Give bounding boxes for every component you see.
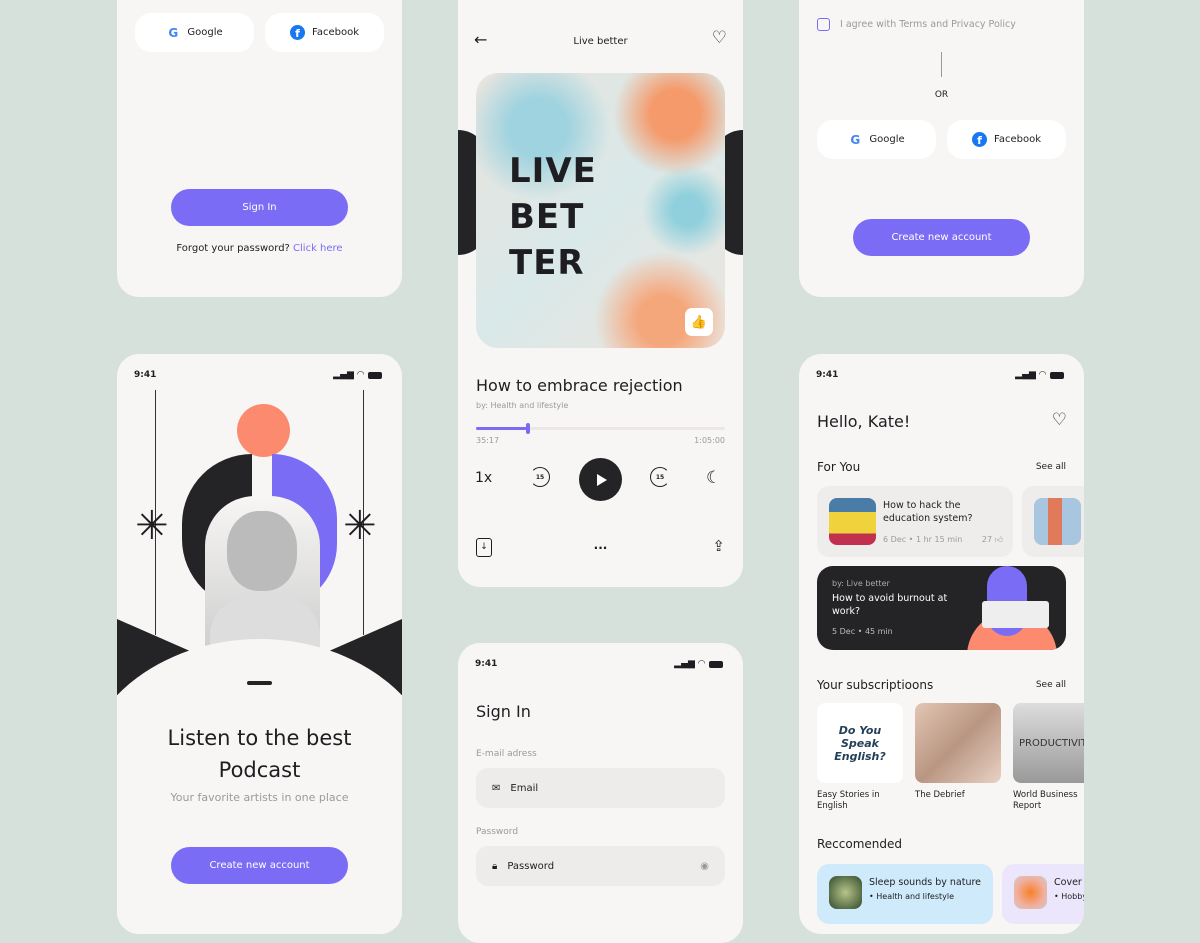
signin-card: 9:41 ▂▄▆ ◠ Sign In E-mail adress ✉ Email P… <box>458 643 743 943</box>
duration: 1:05:00 <box>694 436 725 445</box>
onboarding-title: Listen to the best Podcast <box>167 726 352 782</box>
episode-thumbnail <box>1034 498 1081 545</box>
subscription-item[interactable]: Do You Speak English? Easy Stories in En… <box>817 703 903 812</box>
episode-thumbnail <box>829 498 876 545</box>
person-illustration <box>205 496 320 661</box>
subscription-art <box>915 703 1001 783</box>
onboarding-card: 9:41 ▂▄▆ ◠ ✳ ✳ Listen to the best Podcast … <box>117 354 402 934</box>
recommended-item[interactable]: Cover • Hobby <box>1002 864 1084 924</box>
facebook-icon: f <box>290 25 305 40</box>
skip-back-icon[interactable]: 15 <box>530 467 550 487</box>
create-account-button[interactable]: Create new account <box>853 219 1030 256</box>
click-here-link[interactable]: Click here <box>293 243 343 254</box>
episode-author: by: Health and lifestyle <box>476 401 569 410</box>
google-icon: G <box>850 132 861 147</box>
see-all-link[interactable]: See all <box>1036 462 1066 472</box>
status-icons: ▂▄▆ ◠ <box>674 659 723 669</box>
episode-title: How to embrace rejection <box>476 376 683 395</box>
divider <box>941 52 942 77</box>
agree-checkbox[interactable] <box>817 18 830 31</box>
lock-icon: 🔒︎ <box>492 860 498 872</box>
facebook-button[interactable]: f Facebook <box>265 13 384 52</box>
subscription-art: Do You Speak English? <box>817 703 903 783</box>
thumbs-up-icon: 👍︎ <box>994 535 1003 544</box>
email-field[interactable]: ✉ Email <box>476 768 725 808</box>
keyboard <box>982 601 1049 628</box>
email-label: E-mail adress <box>476 749 537 759</box>
header-title: Live better <box>573 36 628 47</box>
cover-art: LIVE BET TER 👍 <box>476 73 725 348</box>
status-icons: ▂▄▆ ◠ <box>333 370 382 380</box>
skip-forward-icon[interactable]: 15 <box>650 467 670 487</box>
create-account-button[interactable]: Create new account <box>171 847 348 884</box>
for-you-heading: For You <box>817 460 861 474</box>
share-icon[interactable]: ⇪ <box>712 537 725 555</box>
progress-track[interactable] <box>476 423 725 434</box>
play-button[interactable] <box>579 458 622 501</box>
sun-shape <box>237 404 290 457</box>
sleep-timer-icon[interactable]: ☾ <box>706 468 721 488</box>
speed-button[interactable]: 1x <box>475 470 492 486</box>
subscription-item[interactable]: PRODUCTIVITY World Business Report <box>1013 703 1084 812</box>
for-you-item[interactable] <box>1022 486 1084 557</box>
register-card-top: I agree with Terms and Privacy Policy OR… <box>799 0 1084 297</box>
eye-icon[interactable]: ◉ <box>700 861 709 872</box>
more-button[interactable]: ... <box>458 538 743 552</box>
recommended-heading: Reccomended <box>817 837 903 851</box>
elapsed-time: 35:17 <box>476 436 500 445</box>
google-icon: G <box>168 25 179 40</box>
mail-icon: ✉ <box>492 782 501 794</box>
forgot-password: Forgot your password? Click here <box>176 243 343 254</box>
agree-label: I agree with Terms and Privacy Policy <box>840 19 1016 30</box>
page-title: Sign In <box>476 702 531 721</box>
or-label: OR <box>934 90 949 100</box>
heart-icon[interactable]: ♡ <box>712 28 727 48</box>
featured-card[interactable]: by: Live better How to avoid burnout at … <box>817 566 1066 650</box>
player-card: ← Live better ♡ LIVE BET TER 👍 How to embr… <box>458 0 743 587</box>
subscriptions-heading: Your subscriptioons <box>817 678 934 692</box>
for-you-item[interactable]: How to hack the education system? 6 Dec … <box>817 486 1013 557</box>
facebook-button[interactable]: f Facebook <box>947 120 1066 159</box>
password-label: Password <box>476 827 519 837</box>
facebook-icon: f <box>972 132 987 147</box>
heart-icon[interactable]: ♡ <box>1052 410 1067 430</box>
greeting: Hello, Kate! <box>817 412 911 431</box>
home-card: 9:41 ▂▄▆ ◠ Hello, Kate! ♡ For You See all… <box>799 354 1084 934</box>
subscription-art: PRODUCTIVITY <box>1013 703 1084 783</box>
status-icons: ▂▄▆ ◠ <box>1015 370 1064 380</box>
like-button[interactable]: 👍 <box>685 308 713 336</box>
google-button[interactable]: G Google <box>135 13 254 52</box>
google-button[interactable]: G Google <box>817 120 936 159</box>
subscription-item[interactable]: The Debrief <box>915 703 1001 801</box>
recommended-item[interactable]: Sleep sounds by nature • Health and life… <box>817 864 993 924</box>
signin-button[interactable]: Sign In <box>171 189 348 226</box>
see-all-link[interactable]: See all <box>1036 680 1066 690</box>
signin-card-top: G Google f Facebook Sign In Forgot your pa… <box>117 0 402 297</box>
password-field[interactable]: 🔒︎ Password ◉ <box>476 846 725 886</box>
play-icon <box>597 473 607 486</box>
onboarding-subtitle: Your favorite artists in one place <box>170 791 349 804</box>
